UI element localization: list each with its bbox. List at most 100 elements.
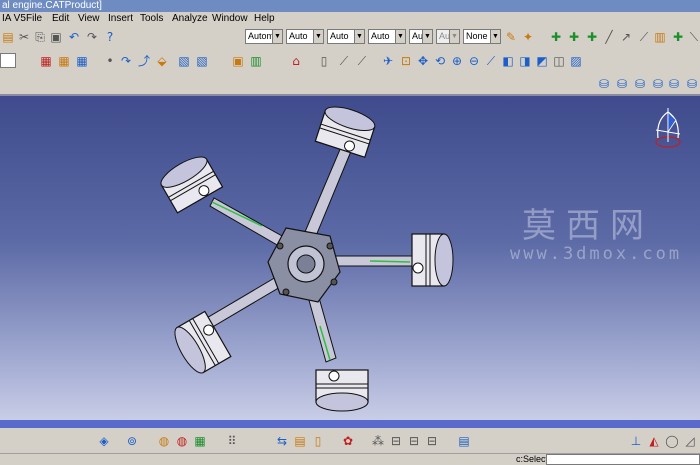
axis-icon[interactable]: ⊥ (628, 433, 644, 449)
chevron-down-icon: ▼ (272, 30, 282, 43)
combo-transparency[interactable]: Auto ▼ (286, 29, 324, 44)
shading-icon[interactable]: ◩ (534, 53, 550, 69)
menu-window[interactable]: Window (212, 12, 248, 26)
menu-app-label: IA V5 (2, 13, 26, 24)
swap-visible-space-icon[interactable]: ▨ (568, 53, 584, 69)
annotation-icon[interactable]: ⌂ (288, 53, 304, 69)
explode-icon[interactable]: ╱ (601, 29, 617, 45)
constraint-2-icon[interactable]: ⁂ (370, 433, 386, 449)
cylinder-toolbar: ⛁ ⛁ ⛁ ⛁ ⛁ ⛁ (0, 74, 700, 94)
flag-note-icon[interactable]: ▯ (316, 53, 332, 69)
combo-rendering[interactable]: Aut ▼ (436, 29, 460, 44)
catalog-icon[interactable]: ◍ (156, 433, 172, 449)
clash-icon[interactable]: ↗ (618, 29, 634, 45)
corner-icon[interactable]: ◿ (682, 433, 698, 449)
wand-icon[interactable]: ✦ (520, 29, 536, 45)
analyze-icon[interactable]: ⇆ (274, 433, 290, 449)
print-icon[interactable]: ▤ (0, 29, 16, 45)
fix-icon[interactable]: ⟍ (686, 29, 700, 45)
offset-icon[interactable]: ⊟ (388, 433, 404, 449)
cylinder-icon-5[interactable]: ⛁ (666, 76, 682, 92)
manage-representations-icon[interactable]: ▧ (176, 53, 192, 69)
cylinder-icon-3[interactable]: ⛁ (632, 76, 648, 92)
chevron-down-icon: ▼ (422, 30, 432, 43)
workbench-selector[interactable] (0, 53, 16, 68)
new-component-icon[interactable]: ▦ (56, 53, 72, 69)
render-icon[interactable]: ◯ (664, 433, 680, 449)
combo-line-thickness[interactable]: Auto ▼ (327, 29, 365, 44)
grid-icon[interactable]: ⠿ (224, 433, 240, 449)
combo-line-type[interactable]: Auto ▼ (368, 29, 406, 44)
combo-layer[interactable]: None ▼ (463, 29, 501, 44)
product-structure-icon[interactable]: ▦ (38, 53, 54, 69)
geometry-viewport[interactable]: 莫西网 www.3dmox.com (0, 96, 700, 420)
dot-icon[interactable]: • (102, 53, 118, 69)
sectioning-icon[interactable]: ▥ (248, 53, 264, 69)
parameters-icon[interactable]: ▤ (292, 433, 308, 449)
normal-view-icon[interactable]: ⟋ (483, 53, 499, 69)
menu-view[interactable]: View (78, 12, 100, 26)
snap-icon[interactable]: ✚ (584, 29, 600, 45)
zoom-out-icon[interactable]: ⊖ (466, 53, 482, 69)
cylinder-icon-1[interactable]: ⛁ (596, 76, 612, 92)
contact-icon[interactable]: ⊟ (406, 433, 422, 449)
select-icon[interactable]: ◈ (96, 433, 112, 449)
menu-file[interactable]: File (26, 12, 42, 26)
move-icon[interactable]: ✚ (548, 29, 564, 45)
publish-icon[interactable]: ▤ (456, 433, 472, 449)
rotate-icon[interactable]: ⟲ (432, 53, 448, 69)
paste-icon[interactable]: ▣ (48, 29, 64, 45)
watermark-url: www.3dmox.com (510, 244, 683, 264)
view-mode-icon[interactable]: ◭ (646, 433, 662, 449)
chevron-down-icon: ▼ (354, 30, 364, 43)
chevron-down-icon: ▼ (313, 30, 323, 43)
apply-material-icon[interactable]: ▦ (192, 433, 208, 449)
chevron-down-icon: ▼ (395, 30, 405, 43)
compass-icon[interactable] (655, 108, 681, 148)
generate-numbering-icon[interactable]: ⬙ (154, 53, 170, 69)
fly-mode-icon[interactable]: ✈ (380, 53, 396, 69)
replace-icon[interactable]: ↷ (118, 53, 134, 69)
constraint-icon[interactable]: ▥ (652, 29, 668, 45)
hide-show-icon[interactable]: ◫ (551, 53, 567, 69)
redo-icon[interactable]: ↷ (84, 29, 100, 45)
fix-together-icon[interactable]: ⊟ (424, 433, 440, 449)
combo-point-type[interactable]: Aut ▼ (409, 29, 433, 44)
pencil-icon[interactable]: ⟋ (354, 53, 370, 69)
iso-view-icon[interactable]: ◧ (500, 53, 516, 69)
text-icon[interactable]: ⟋ (336, 53, 352, 69)
reorder-icon[interactable]: ⤴ (136, 53, 152, 69)
whats-this-icon[interactable]: ? (102, 29, 118, 45)
update-icon[interactable]: ✚ (670, 29, 686, 45)
new-product-icon[interactable]: ▦ (74, 53, 90, 69)
multi-instantiation-icon[interactable]: ▧ (194, 53, 210, 69)
cylinder-icon-2[interactable]: ⛁ (614, 76, 630, 92)
pan-icon[interactable]: ✥ (415, 53, 431, 69)
piston-top (314, 106, 376, 159)
scenes-icon[interactable]: ▣ (230, 53, 246, 69)
menu-analyze[interactable]: Analyze (172, 12, 208, 26)
cylinder-icon-4[interactable]: ⛁ (650, 76, 666, 92)
painter-icon[interactable]: ✎ (503, 29, 519, 45)
manipulate-icon[interactable]: ✚ (566, 29, 582, 45)
menu-insert[interactable]: Insert (108, 12, 133, 26)
material-icon[interactable]: ◍ (174, 433, 190, 449)
menu-edit[interactable]: Edit (52, 12, 69, 26)
cylinder-icon-6[interactable]: ⛁ (684, 76, 700, 92)
create-multi-view-icon[interactable]: ◨ (517, 53, 533, 69)
fit-all-icon[interactable]: ⊡ (398, 53, 414, 69)
formula-icon[interactable]: ▯ (310, 433, 326, 449)
combo-color[interactable]: Autom ▼ (245, 29, 283, 44)
measure-icon[interactable]: ⟋ (636, 29, 652, 45)
zoom-in-icon[interactable]: ⊕ (449, 53, 465, 69)
graph-tree-icon[interactable]: ⊚ (124, 433, 140, 449)
knowledge-icon[interactable]: ✿ (340, 433, 356, 449)
menu-tools[interactable]: Tools (140, 12, 163, 26)
menu-help[interactable]: Help (254, 12, 275, 26)
window-title: al engine.CATProduct] (2, 0, 102, 11)
cut-icon[interactable]: ✂ (16, 29, 32, 45)
command-input[interactable] (546, 454, 700, 465)
undo-icon[interactable]: ↶ (66, 29, 82, 45)
status-bar: c:Select (0, 453, 700, 465)
copy-icon[interactable]: ⎘ (32, 29, 48, 45)
